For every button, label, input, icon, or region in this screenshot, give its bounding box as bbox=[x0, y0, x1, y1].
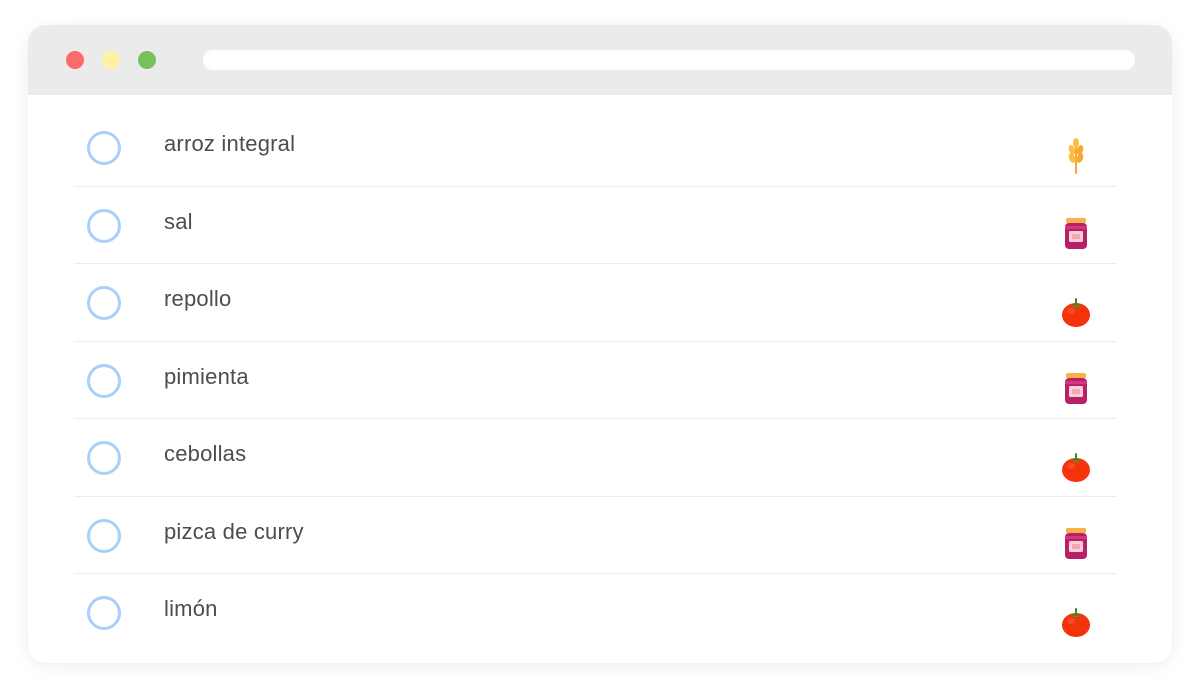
item-checkbox[interactable] bbox=[87, 131, 121, 165]
list-item: arroz integral bbox=[74, 109, 1116, 187]
wheat-icon bbox=[1059, 135, 1093, 175]
item-label: pizca de curry bbox=[164, 518, 304, 544]
zoom-button[interactable] bbox=[138, 51, 156, 69]
tomato-icon bbox=[1059, 290, 1093, 330]
jar-icon bbox=[1059, 523, 1093, 563]
tomato-icon bbox=[1059, 600, 1093, 640]
item-checkbox[interactable] bbox=[87, 596, 121, 630]
item-label: repollo bbox=[164, 286, 232, 311]
item-checkbox[interactable] bbox=[87, 208, 121, 243]
list-item: cebollas bbox=[74, 419, 1116, 497]
list-item: limón bbox=[74, 574, 1116, 652]
browser-window: arroz integral sal repollo pimienta cebo… bbox=[28, 25, 1172, 663]
list-item: sal bbox=[74, 187, 1116, 264]
item-label: pimienta bbox=[164, 363, 249, 389]
tomato-icon bbox=[1059, 445, 1093, 485]
address-bar[interactable] bbox=[203, 50, 1135, 70]
list-item: pimienta bbox=[74, 342, 1116, 419]
item-label: cebollas bbox=[164, 441, 247, 466]
item-checkbox[interactable] bbox=[87, 518, 121, 553]
jar-icon bbox=[1059, 368, 1093, 408]
title-bar bbox=[28, 25, 1172, 95]
item-label: limón bbox=[164, 596, 218, 621]
item-checkbox[interactable] bbox=[87, 441, 121, 475]
close-button[interactable] bbox=[66, 51, 84, 69]
item-label: sal bbox=[164, 208, 193, 234]
jar-icon bbox=[1059, 213, 1093, 253]
item-label: arroz integral bbox=[164, 131, 296, 156]
list-item: repollo bbox=[74, 264, 1116, 342]
ingredient-list: arroz integral sal repollo pimienta cebo… bbox=[74, 109, 1116, 652]
list-item: pizca de curry bbox=[74, 497, 1116, 574]
item-checkbox[interactable] bbox=[87, 363, 121, 398]
item-checkbox[interactable] bbox=[87, 286, 121, 320]
minimize-button[interactable] bbox=[102, 51, 120, 69]
